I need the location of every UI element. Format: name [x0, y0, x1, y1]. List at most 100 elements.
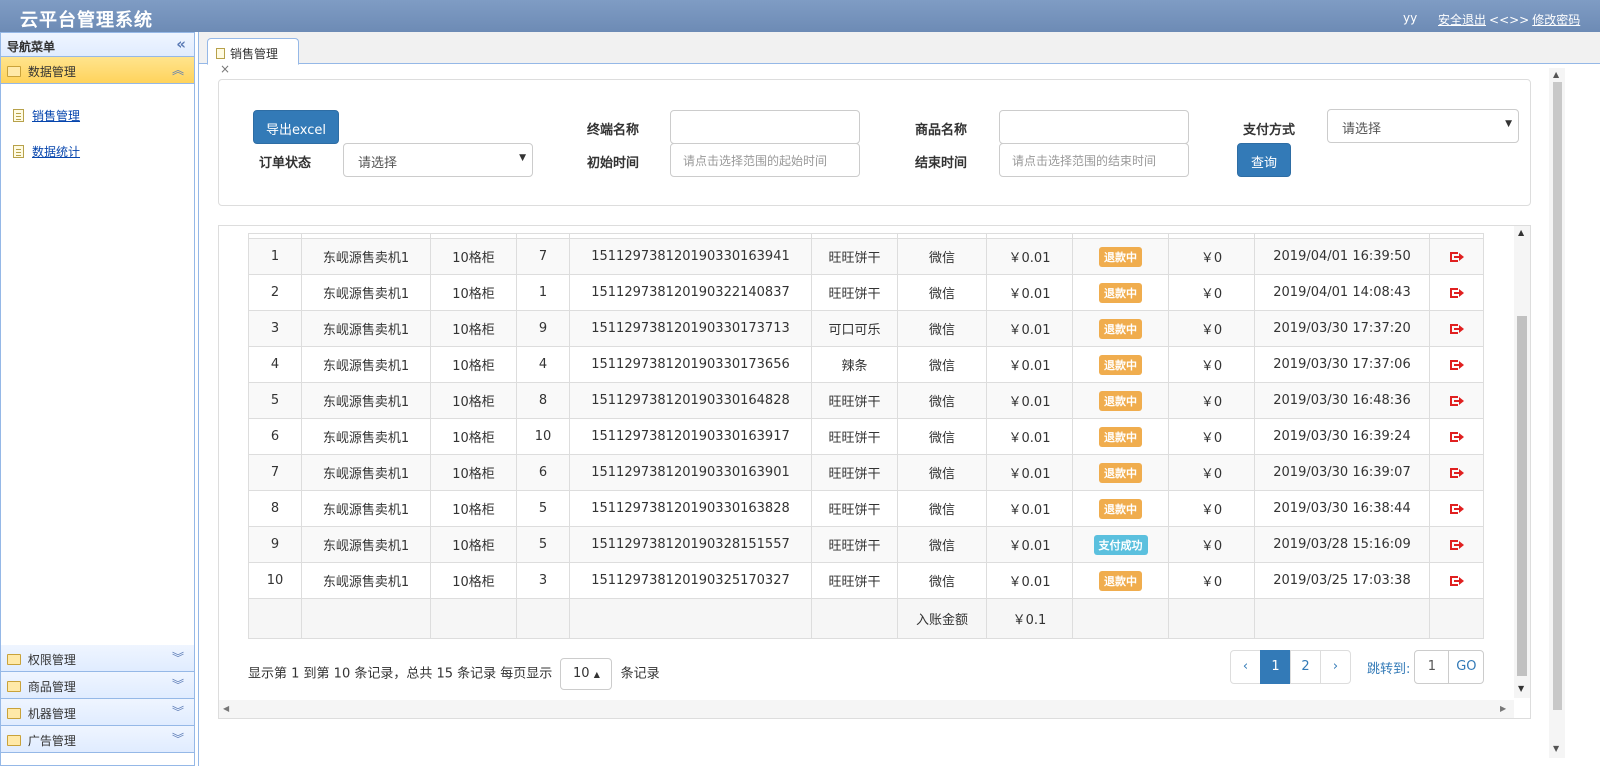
- refund-exit-icon[interactable]: [1449, 395, 1464, 407]
- cell-order-number: 151129738120190328151557: [569, 526, 812, 563]
- pagination-info-prefix: 显示第 1 到第 10 条记录，总共 15 条记录 每页显示: [248, 666, 553, 682]
- refund-exit-icon[interactable]: [1449, 251, 1464, 263]
- group-label: 机器管理: [27, 707, 76, 721]
- scroll-down-arrow-icon[interactable]: ▼: [1553, 744, 1559, 753]
- cell-slot-number: 8: [516, 382, 570, 419]
- refund-exit-icon[interactable]: [1449, 503, 1464, 515]
- table-row: 10 东岘源售卖机1 10格柜 3 151129738120190325170327 旺旺…: [248, 562, 1484, 599]
- refund-exit-icon[interactable]: [1449, 431, 1464, 443]
- product-name-input[interactable]: [999, 110, 1189, 144]
- menu-item-label[interactable]: 数据统计: [32, 143, 80, 160]
- cell-terminal-name: 东岘源售卖机1: [301, 274, 431, 311]
- cell-order-number: 151129738120190330163828: [569, 490, 812, 527]
- table-horizontal-scrollbar[interactable]: ◀ ▶: [219, 700, 1514, 718]
- table-vertical-scrollbar[interactable]: ▲ ▼: [1514, 226, 1530, 698]
- refund-exit-icon[interactable]: [1449, 575, 1464, 587]
- cell-payment-method: 微信: [897, 490, 987, 527]
- scroll-down-arrow-icon[interactable]: ▼: [1518, 684, 1524, 693]
- chevron-down-icon: ︾: [171, 651, 184, 665]
- table-row: 7 东岘源售卖机1 10格柜 6 151129738120190330163901 旺旺饼…: [248, 454, 1484, 491]
- cell-order-number: 151129738120190322140837: [569, 274, 812, 311]
- prev-page-button[interactable]: ‹: [1230, 650, 1261, 684]
- cell-payment-method: 微信: [897, 562, 987, 599]
- close-icon[interactable]: ×: [220, 62, 230, 76]
- cell-cabinet-type: 10格柜: [430, 310, 517, 347]
- filter-panel: 导出excel 终端名称 商品名称 支付方式 请选择 ▼ 订单状态 请选择 ▼ …: [218, 79, 1531, 206]
- page-button-2[interactable]: 2: [1290, 650, 1321, 684]
- order-status-select[interactable]: 请选择 ▼: [343, 143, 533, 177]
- jump-page-input[interactable]: 1: [1414, 650, 1450, 684]
- scroll-right-arrow-icon[interactable]: ▶: [1500, 704, 1506, 713]
- cell-order-status: 退款中: [1072, 418, 1169, 455]
- refund-exit-icon[interactable]: [1449, 539, 1464, 551]
- footer-cell: [1168, 598, 1255, 639]
- tab-sales-management[interactable]: 销售管理×: [207, 38, 299, 76]
- app-title: 云平台管理系统: [20, 10, 153, 31]
- group-data-management[interactable]: 数据管理 ︽: [1, 57, 194, 84]
- page-scrollbar[interactable]: ▲ ▼: [1549, 68, 1565, 758]
- folder-icon: [7, 654, 21, 665]
- scroll-left-arrow-icon[interactable]: ◀: [223, 704, 229, 713]
- order-status-value: 请选择: [358, 156, 398, 171]
- table-scroll-thumb[interactable]: [1517, 316, 1527, 676]
- top-header: 云平台管理系统 yy 安全退出 <<>> 修改密码: [0, 0, 1600, 32]
- cell-amount: ￥0.01: [986, 418, 1073, 455]
- refund-exit-icon[interactable]: [1449, 359, 1464, 371]
- cell-action: [1429, 382, 1484, 419]
- document-icon: [13, 108, 24, 122]
- cell-row-index: 3: [248, 310, 302, 347]
- collapse-sidebar-icon[interactable]: «: [176, 35, 186, 53]
- cell-payment-method: 微信: [897, 238, 987, 275]
- end-time-input[interactable]: 请点击选择范围的结束时间: [999, 143, 1189, 177]
- group-products[interactable]: 商品管理 ︾: [1, 672, 194, 699]
- cell-order-time: 2019/03/28 15:16:09: [1254, 526, 1430, 563]
- cell-product-name: 辣条: [811, 346, 898, 383]
- payment-method-select[interactable]: 请选择 ▼: [1327, 109, 1519, 143]
- tab-bar: 销售管理×: [199, 32, 1600, 76]
- cell-row-index: 2: [248, 274, 302, 311]
- page-button-1[interactable]: 1: [1260, 650, 1291, 684]
- scroll-up-arrow-icon[interactable]: ▲: [1553, 70, 1559, 79]
- refund-exit-icon[interactable]: [1449, 467, 1464, 479]
- export-excel-button[interactable]: 导出excel: [253, 110, 339, 144]
- link-separator: <<>>: [1489, 13, 1530, 27]
- group-ads[interactable]: 广告管理 ︾: [1, 726, 194, 753]
- change-password-link[interactable]: 修改密码: [1532, 13, 1580, 27]
- logout-link[interactable]: 安全退出: [1438, 13, 1486, 27]
- cell-action: [1429, 490, 1484, 527]
- sidebar: 导航菜单 « 数据管理 ︽ 销售管理 数据统计 权限管理 ︾ 商品管理 ︾ 机器…: [0, 32, 195, 766]
- terminal-name-input[interactable]: [670, 110, 860, 144]
- cell-order-time: 2019/04/01 14:08:43: [1254, 274, 1430, 311]
- refund-exit-icon[interactable]: [1449, 287, 1464, 299]
- cell-row-index: 8: [248, 490, 302, 527]
- page-size-value: 10: [573, 666, 590, 681]
- refund-exit-icon[interactable]: [1449, 323, 1464, 335]
- menu-item-statistics[interactable]: 数据统计: [13, 142, 182, 160]
- cell-action: [1429, 310, 1484, 347]
- cell-product-name: 旺旺饼干: [811, 490, 898, 527]
- cell-slot-number: 9: [516, 310, 570, 347]
- group-machines[interactable]: 机器管理 ︾: [1, 699, 194, 726]
- go-button[interactable]: GO: [1448, 650, 1485, 684]
- start-time-input[interactable]: 请点击选择范围的起始时间: [670, 143, 860, 177]
- group-permissions[interactable]: 权限管理 ︾: [1, 645, 194, 672]
- group-label: 广告管理: [27, 734, 76, 748]
- document-icon: [216, 48, 225, 59]
- page-scroll-thumb[interactable]: [1553, 82, 1562, 710]
- table-row: 5 东岘源售卖机1 10格柜 8 151129738120190330164828 旺旺饼…: [248, 382, 1484, 419]
- menu-item-label[interactable]: 销售管理: [32, 107, 80, 124]
- cell-order-number: 151129738120190330163917: [569, 418, 812, 455]
- page-size-select[interactable]: 10 ▲: [560, 658, 613, 690]
- scroll-up-arrow-icon[interactable]: ▲: [1518, 228, 1524, 237]
- menu-item-sales[interactable]: 销售管理: [13, 106, 182, 124]
- cell-action: [1429, 418, 1484, 455]
- cell-slot-number: 7: [516, 238, 570, 275]
- footer-cell: [248, 598, 302, 639]
- cell-action: [1429, 238, 1484, 275]
- table-panel: 1 东岘源售卖机1 10格柜 7 1511297381201903301639​41 旺旺…: [218, 225, 1531, 719]
- table-row: 2 东岘源售卖机1 10格柜 1 151129738120190322140837 旺旺饼…: [248, 274, 1484, 311]
- start-time-label: 初始时间: [587, 156, 640, 171]
- cell-row-index: 7: [248, 454, 302, 491]
- query-button[interactable]: 查询: [1237, 143, 1291, 177]
- next-page-button[interactable]: ›: [1320, 650, 1351, 684]
